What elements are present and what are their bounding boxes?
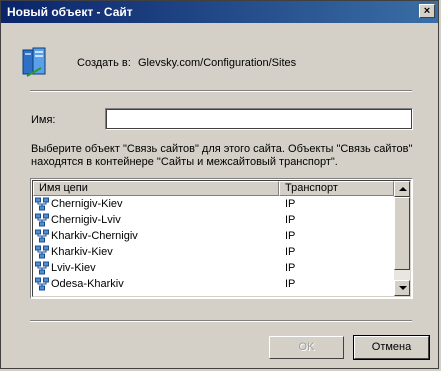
table-row[interactable]: Chernigiv-Kiev IP [33,196,394,212]
row-transport: IP [285,198,296,210]
close-button[interactable]: × [419,4,435,18]
row-name: Kharkiv-Kiev [51,246,113,258]
row-name: Chernigiv-Lviv [51,214,121,226]
name-input[interactable] [105,108,413,130]
vertical-scrollbar[interactable] [394,181,410,296]
arrow-down-icon [399,286,407,290]
description-text: Выберите объект "Связь сайтов" для этого… [31,143,413,168]
row-transport: IP [285,246,296,258]
site-icon [22,47,46,77]
table-row[interactable]: Lviv-Kiev IP [33,260,394,276]
site-link-list[interactable]: Имя цепи Транспорт Chernigiv-Kiev IP Chern… [30,178,413,299]
row-name: Lviv-Kiev [51,262,96,274]
cancel-button[interactable]: Отмена [353,335,430,360]
site-link-icon [35,245,49,259]
dialog-window: Новый объект - Сайт × Создать в: Glevsky… [0,0,439,369]
create-in-label: Создать в: [77,57,131,69]
table-row[interactable]: Kharkiv-Chernigiv IP [33,228,394,244]
column-header-name[interactable]: Имя цепи [33,181,279,196]
title-bar[interactable]: Новый объект - Сайт × [1,1,438,23]
row-name: Odesa-Kharkiv [51,278,124,290]
list-header: Имя цепи Транспорт [33,181,394,196]
separator-bottom [30,320,412,322]
row-transport: IP [285,214,296,226]
row-transport: IP [285,230,296,242]
scroll-down-button[interactable] [394,280,410,296]
separator-top [30,90,412,92]
row-transport: IP [285,262,296,274]
table-row[interactable]: Kharkiv-Kiev IP [33,244,394,260]
site-link-icon [35,213,49,227]
name-label: Имя: [31,114,56,126]
table-row[interactable]: Chernigiv-Lviv IP [33,212,394,228]
ok-button[interactable]: OK [269,336,344,359]
create-in-path: Glevsky.com/Configuration/Sites [138,57,297,69]
scroll-thumb[interactable] [394,197,410,270]
site-link-icon [35,197,49,211]
site-link-icon [35,261,49,275]
row-name: Kharkiv-Chernigiv [51,230,138,242]
site-link-icon [35,277,49,291]
list-rows: Chernigiv-Kiev IP Chernigiv-Lviv IP Kharkiv-… [33,196,394,292]
site-link-icon [35,229,49,243]
window-title: Новый объект - Сайт [7,5,133,19]
column-header-transport[interactable]: Транспорт [279,181,394,196]
table-row[interactable]: Odesa-Kharkiv IP [33,276,394,292]
row-name: Chernigiv-Kiev [51,198,123,210]
arrow-up-icon [399,187,407,191]
scroll-up-button[interactable] [394,181,410,197]
row-transport: IP [285,278,296,290]
